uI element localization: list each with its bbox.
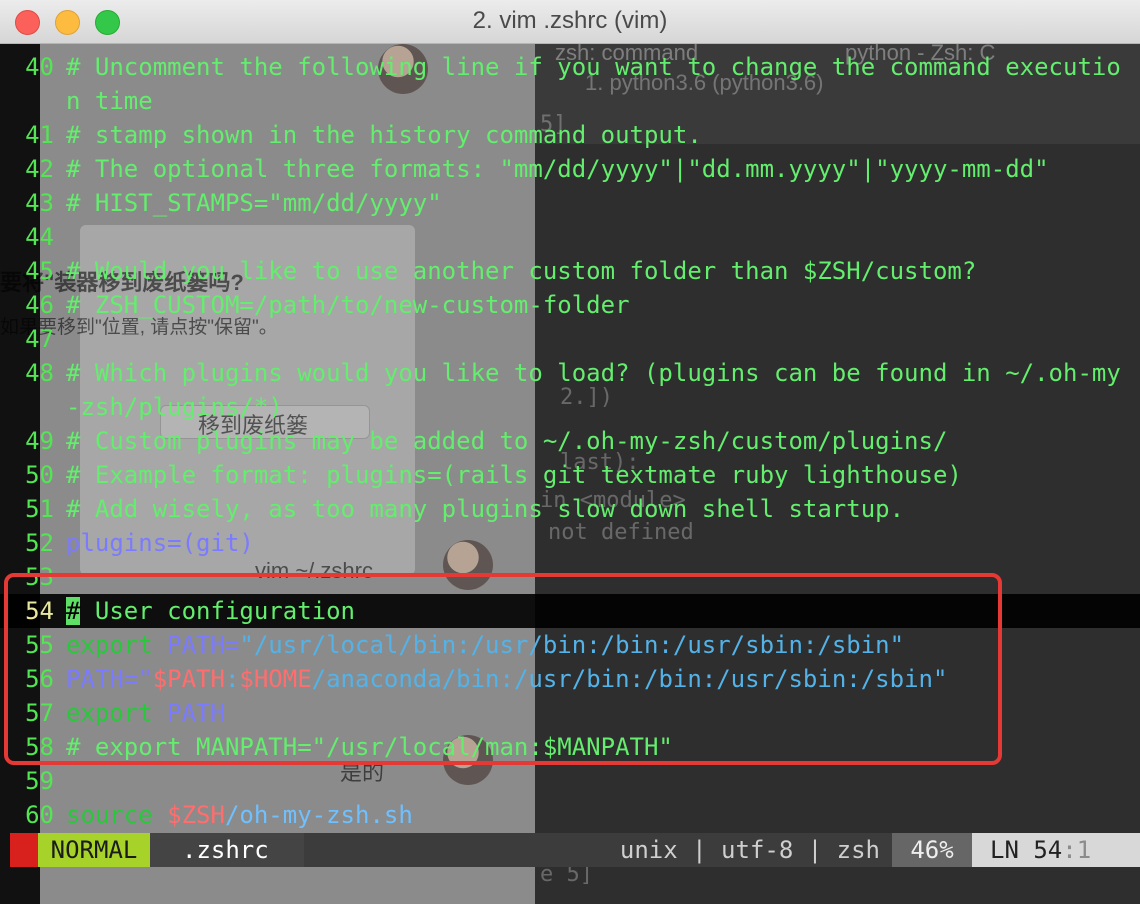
file-info: unix | utf-8 | zsh [304, 833, 892, 867]
line-number: 45 [25, 257, 54, 285]
line-text: # Which plugins would you like to load? … [66, 359, 1121, 421]
line-text: # ZSH_CUSTOM=/path/to/new-custom-folder [66, 291, 630, 319]
code-line: 59 [0, 764, 1140, 798]
line-text: # Add wisely, as too many plugins slow d… [66, 495, 905, 523]
code-line: 42 # The optional three formats: "mm/dd/… [0, 152, 1140, 186]
code-line: 44 [0, 220, 1140, 254]
line-text: # The optional three formats: "mm/dd/yyy… [66, 155, 1049, 183]
highlight-box [4, 573, 1002, 765]
path: /oh-my-zsh.sh [224, 801, 413, 829]
line-number: 42 [25, 155, 54, 183]
line-value: 54 [1033, 836, 1063, 864]
mode-indicator: NORMAL [38, 833, 150, 867]
line-number: 46 [25, 291, 54, 319]
line-number: 43 [25, 189, 54, 217]
line-number: 50 [25, 461, 54, 489]
code-line: 40 # Uncomment the following line if you… [0, 50, 1140, 118]
line-text: # Uncomment the following line if you wa… [66, 53, 1121, 115]
scroll-percent: 46% [892, 833, 972, 867]
window-title: 2. vim .zshrc (vim) [472, 7, 668, 34]
line-number: 60 [25, 801, 54, 829]
env-var: $ZSH [167, 801, 225, 829]
line-number: 49 [25, 427, 54, 455]
cursor-position: LN 54:1 [972, 833, 1140, 867]
line-text: # HIST_STAMPS="mm/dd/yyyy" [66, 189, 442, 217]
keyword: source [66, 801, 153, 829]
code-line: 50 # Example format: plugins=(rails git … [0, 458, 1140, 492]
code-line: 45 # Would you like to use another custo… [0, 254, 1140, 288]
line-text: plugins=(git) [66, 529, 254, 557]
line-text: source $ZSH/oh-my-zsh.sh [66, 798, 1134, 832]
code-line: 43 # HIST_STAMPS="mm/dd/yyyy" [0, 186, 1140, 220]
line-number: 44 [25, 223, 54, 251]
line-number: 47 [25, 325, 54, 353]
ln-label: LN [990, 836, 1019, 864]
line-number: 40 [25, 53, 54, 81]
statusline-marker [10, 833, 38, 867]
line-number: 41 [25, 121, 54, 149]
line-number: 52 [25, 529, 54, 557]
line-number: 48 [25, 359, 54, 387]
line-text: # Example format: plugins=(rails git tex… [66, 461, 962, 489]
vim-statusline: NORMAL .zshrc unix | utf-8 | zsh 46% LN … [0, 833, 1140, 867]
code-line: 47 [0, 322, 1140, 356]
line-text: # Would you like to use another custom f… [66, 257, 977, 285]
col-value: :1 [1062, 836, 1092, 864]
line-text: # Custom plugins may be added to ~/.oh-m… [66, 427, 948, 455]
line-text: # stamp shown in the history command out… [66, 121, 702, 149]
line-number: 51 [25, 495, 54, 523]
line-number: 59 [25, 767, 54, 795]
code-line: 51 # Add wisely, as too many plugins slo… [0, 492, 1140, 526]
code-line: 60 source $ZSH/oh-my-zsh.sh [0, 798, 1140, 832]
code-line: 49 # Custom plugins may be added to ~/.o… [0, 424, 1140, 458]
title-bar: 2. vim .zshrc (vim) [0, 0, 1140, 44]
code-line: 48 # Which plugins would you like to loa… [0, 356, 1140, 424]
filename: .zshrc [150, 833, 304, 867]
code-line: 52 plugins=(git) [0, 526, 1140, 560]
code-line: 41 # stamp shown in the history command … [0, 118, 1140, 152]
code-line: 46 # ZSH_CUSTOM=/path/to/new-custom-fold… [0, 288, 1140, 322]
